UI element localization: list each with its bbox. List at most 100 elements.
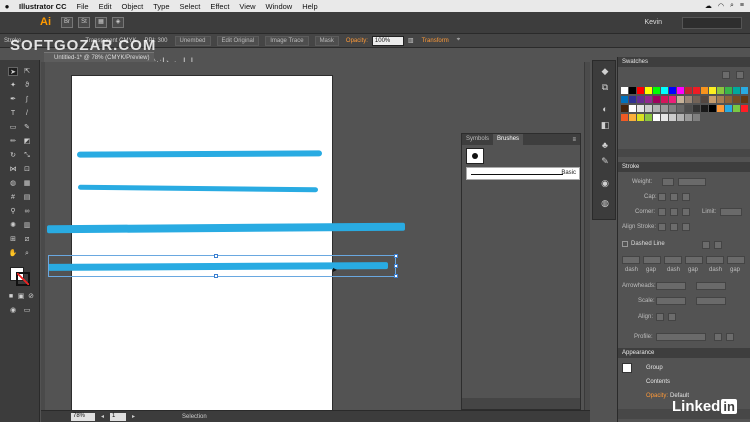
stock-button[interactable]: St <box>78 17 90 28</box>
graphic-styles-icon[interactable]: ◉ <box>599 177 611 189</box>
limit-input[interactable] <box>720 208 742 216</box>
hand-tool-icon[interactable]: ✋ <box>8 249 18 258</box>
eraser-tool-icon[interactable]: ◩ <box>22 137 32 146</box>
weight-input[interactable] <box>678 178 706 186</box>
lasso-tool-icon[interactable]: ϑ <box>22 81 32 90</box>
arrowhead-end-select[interactable] <box>696 282 726 290</box>
wifi-icon[interactable]: ◠ <box>718 2 724 10</box>
swatch-cell[interactable] <box>685 105 692 112</box>
tab-symbols[interactable]: Symbols <box>462 134 493 145</box>
next-artboard-icon[interactable]: ▸ <box>129 413 138 420</box>
document-tab[interactable]: Untitled-1* @ 78% (CMYK/Preview) <box>44 52 154 62</box>
menu-app-name[interactable]: Illustrator CC <box>14 2 72 11</box>
swatch-cell[interactable] <box>669 96 676 103</box>
bbox-handle-top[interactable] <box>214 254 218 258</box>
swatch-cell[interactable] <box>725 105 732 112</box>
appearance-opacity-link[interactable]: Opacity: <box>646 393 668 399</box>
recolor-icon[interactable]: ▥ <box>404 37 418 44</box>
swatch-cell[interactable] <box>621 114 628 121</box>
swatch-cell[interactable] <box>661 105 668 112</box>
round-join-icon[interactable] <box>670 208 678 216</box>
swatch-cell[interactable] <box>621 87 628 94</box>
menu-type[interactable]: Type <box>148 2 174 11</box>
dashed-line-checkbox[interactable] <box>622 241 628 247</box>
swatch-cell[interactable] <box>741 96 748 103</box>
opacity-input[interactable]: 100% <box>371 35 404 46</box>
swatch-cell[interactable] <box>685 87 692 94</box>
stroke-panel-header[interactable]: Stroke <box>618 162 750 172</box>
menu-object[interactable]: Object <box>117 2 149 11</box>
user-name[interactable]: Kevin <box>644 19 662 26</box>
menu-view[interactable]: View <box>234 2 260 11</box>
gap-input-1[interactable] <box>643 256 661 264</box>
swatch-cell[interactable] <box>669 87 676 94</box>
swatch-cell[interactable] <box>701 105 708 112</box>
appearance-contents-label[interactable]: Contents <box>646 379 670 385</box>
slice-tool-icon[interactable]: ⧄ <box>22 235 32 244</box>
color-icon[interactable]: ◐ <box>599 103 611 115</box>
swatch-cell[interactable] <box>717 96 724 103</box>
gap-input-2[interactable] <box>685 256 703 264</box>
selection-tool-icon[interactable]: ➤ <box>8 67 18 76</box>
direct-selection-tool-icon[interactable]: ⇱ <box>22 67 32 76</box>
swatch-cell[interactable] <box>693 114 700 121</box>
color-mode-icon[interactable]: ■ <box>6 292 16 301</box>
stock-search-input[interactable] <box>682 16 742 29</box>
swatch-cell[interactable] <box>637 105 644 112</box>
shape-builder-tool-icon[interactable]: ◍ <box>8 179 18 188</box>
mask-button[interactable]: Mask <box>314 35 339 46</box>
scale-start-input[interactable] <box>656 297 686 305</box>
swatch-cell[interactable] <box>717 87 724 94</box>
menu-help[interactable]: Help <box>297 2 322 11</box>
artboards-icon[interactable]: ⧉ <box>599 81 611 93</box>
layers-icon[interactable]: ◆ <box>599 65 611 77</box>
swatch-cell[interactable] <box>709 87 716 94</box>
swatch-cell[interactable] <box>685 114 692 121</box>
apple-icon[interactable]: ● <box>0 2 14 11</box>
scale-end-input[interactable] <box>696 297 726 305</box>
swatch-cell[interactable] <box>653 114 660 121</box>
paintbrush-tool-icon[interactable]: ✎ <box>22 123 32 132</box>
swatch-cell[interactable] <box>629 96 636 103</box>
brush-stroke-1[interactable] <box>76 150 323 158</box>
swatch-cell[interactable] <box>733 105 740 112</box>
eyedropper-tool-icon[interactable]: ⚲ <box>8 207 18 216</box>
blend-tool-icon[interactable]: ∞ <box>22 207 32 216</box>
dash-align-icon[interactable] <box>714 241 722 249</box>
swatch-cell[interactable] <box>653 87 660 94</box>
panel-menu-icon[interactable]: ≡ <box>572 137 580 143</box>
gradient-mode-icon[interactable]: ▣ <box>16 292 26 301</box>
artboard[interactable] <box>71 75 333 411</box>
width-tool-icon[interactable]: ⋈ <box>8 165 18 174</box>
swatch-cell[interactable] <box>717 105 724 112</box>
swatch-cell[interactable] <box>677 96 684 103</box>
swatch-cell[interactable] <box>693 105 700 112</box>
swatch-cell[interactable] <box>741 105 748 112</box>
weight-stepper[interactable] <box>662 178 674 186</box>
swatch-cell[interactable] <box>661 87 668 94</box>
swatch-cell[interactable] <box>629 114 636 121</box>
swatch-cell[interactable] <box>629 105 636 112</box>
align-icon[interactable]: ⌖ <box>453 37 464 44</box>
gradient-tool-icon[interactable]: ▤ <box>22 193 32 202</box>
artboard-number-field[interactable]: 1 <box>110 412 127 421</box>
zoom-field[interactable]: 78% <box>71 412 95 421</box>
swatch-cell[interactable] <box>725 87 732 94</box>
swatch-cell[interactable] <box>725 96 732 103</box>
rectangle-tool-icon[interactable]: ▭ <box>8 123 18 132</box>
rotate-tool-icon[interactable]: ↻ <box>8 151 18 160</box>
bbox-handle-top-right[interactable] <box>394 254 398 258</box>
pencil-tool-icon[interactable]: ✏ <box>8 137 18 146</box>
swatch-cell[interactable] <box>693 96 700 103</box>
menu-window[interactable]: Window <box>261 2 298 11</box>
transparency-icon[interactable]: ◍ <box>599 197 611 209</box>
brushes-icon[interactable]: ✎ <box>599 155 611 167</box>
line-tool-icon[interactable]: / <box>22 109 32 118</box>
round-cap-icon[interactable] <box>670 193 678 201</box>
tab-brushes[interactable]: Brushes <box>493 134 524 145</box>
bbox-handle-bottom-right[interactable] <box>394 274 398 278</box>
swatch-cell[interactable] <box>669 114 676 121</box>
swatch-cell[interactable] <box>677 105 684 112</box>
arrow-end-icon[interactable] <box>668 313 676 321</box>
swatch-cell[interactable] <box>677 114 684 121</box>
